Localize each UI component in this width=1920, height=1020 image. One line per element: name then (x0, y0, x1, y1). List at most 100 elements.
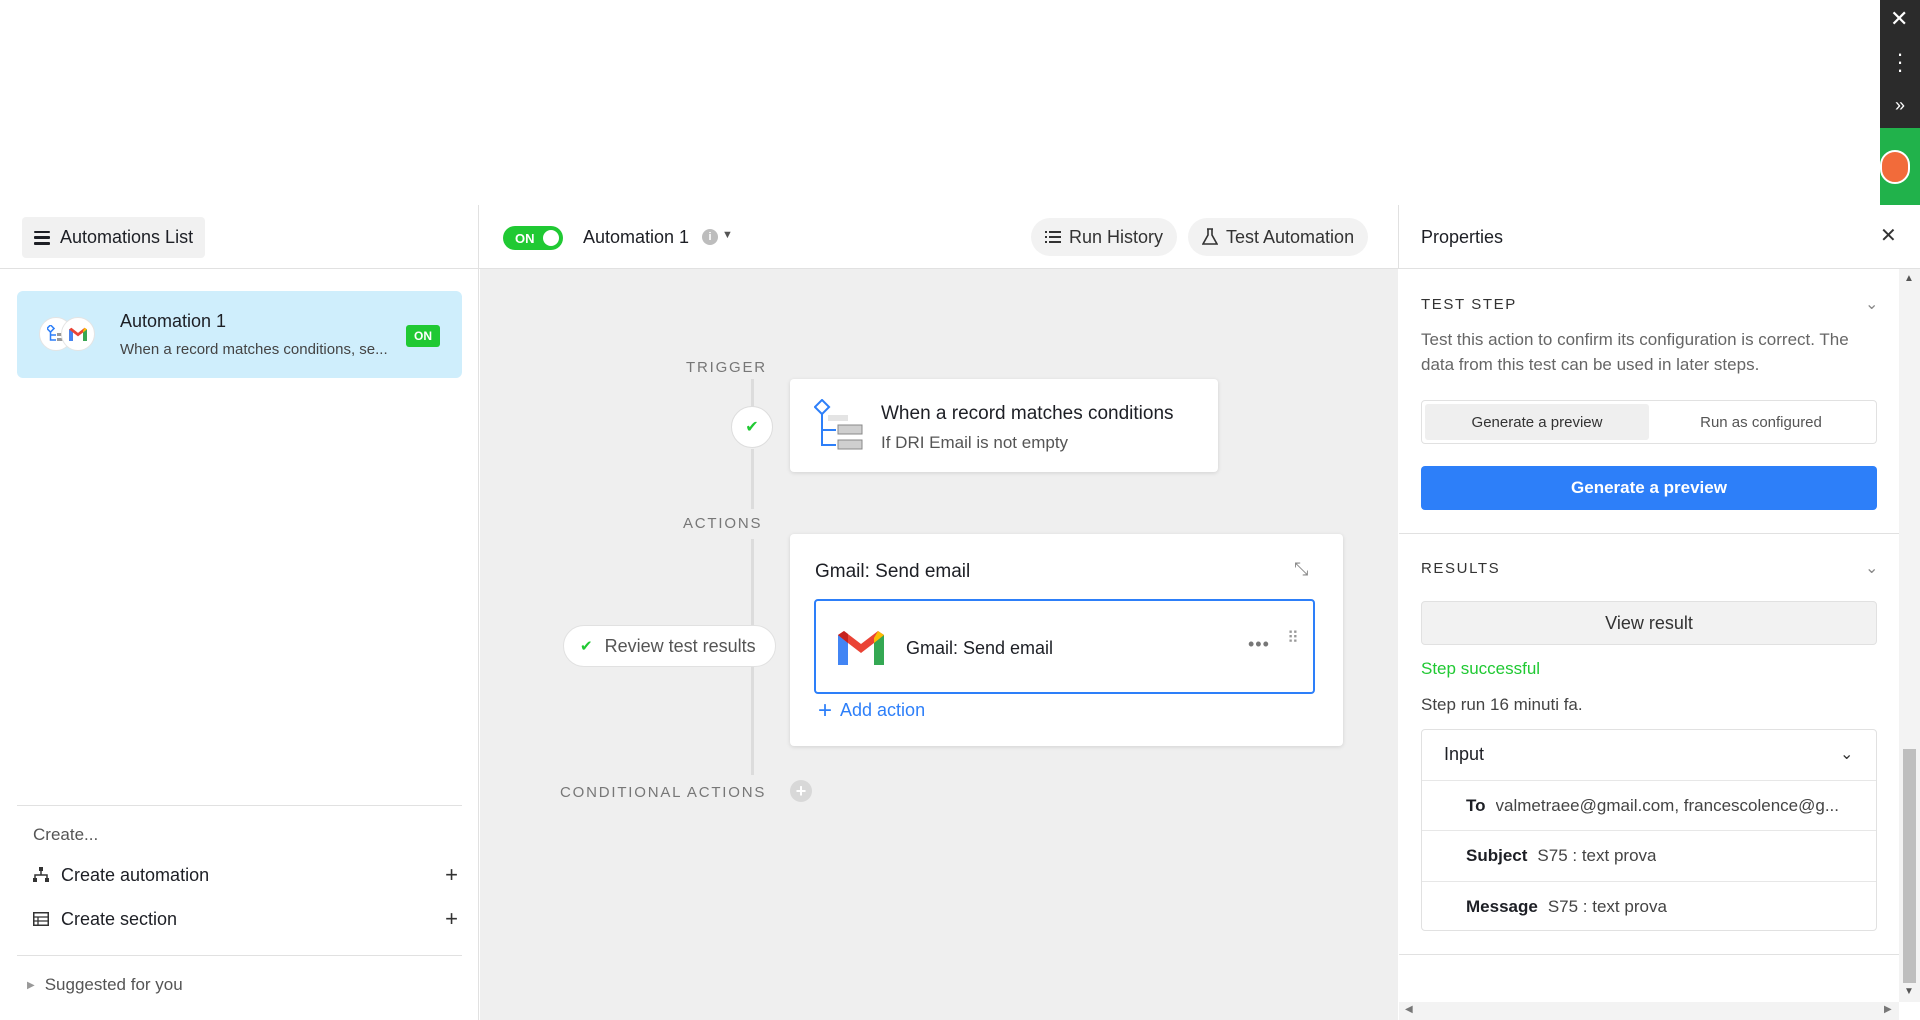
chevron-down-icon[interactable]: ⌄ (1865, 294, 1878, 314)
action-group-card: Gmail: Send email ⤡ Gmail: Send email ••… (790, 534, 1343, 746)
input-heading: Input (1444, 744, 1485, 764)
flow-line (751, 667, 754, 775)
top-bar: Automations List ON Automation 1 i ▼ Run… (0, 205, 1920, 269)
collapse-icon[interactable]: ⤡ (1294, 559, 1308, 580)
input-value: valmetraee@gmail.com, francescolence@g..… (1495, 795, 1840, 815)
create-automation-button[interactable]: Create automation + (33, 860, 458, 890)
generate-preview-button[interactable]: Generate a preview (1421, 466, 1877, 510)
divider (17, 805, 462, 806)
view-result-button[interactable]: View result (1421, 601, 1877, 645)
step-run-time: Step run 16 minuti fa. (1421, 695, 1583, 714)
add-action-label: Add action (840, 700, 926, 720)
run-history-button[interactable]: Run History (1031, 218, 1178, 256)
drag-handle-icon[interactable]: ⠿ (1287, 631, 1299, 647)
trigger-icon (814, 399, 863, 450)
run-history-icon (1045, 231, 1061, 243)
double-chevron-icon[interactable]: » (1890, 95, 1910, 116)
properties-title: Properties (1421, 227, 1504, 247)
test-automation-button[interactable]: Test Automation (1188, 218, 1369, 256)
automation-icon (33, 867, 51, 883)
input-key: Subject (1466, 845, 1528, 865)
review-test-results-button[interactable]: ✔ Review test results (563, 625, 776, 667)
close-icon[interactable]: ✕ (1890, 8, 1908, 30)
review-test-results-label: Review test results (604, 635, 756, 656)
plus-icon: + (445, 906, 458, 931)
create-heading: Create... (33, 825, 99, 844)
create-automation-label: Create automation (61, 864, 210, 885)
divider (1399, 954, 1899, 955)
caret-down-icon[interactable]: ▼ (722, 229, 733, 241)
more-icon[interactable]: ••• (1248, 634, 1270, 655)
automation-item-title: Automation 1 (120, 311, 227, 331)
chevron-down-icon[interactable]: ⌄ (1865, 558, 1878, 578)
properties-content: TEST STEP ⌄ Test this action to confirm … (1399, 269, 1899, 999)
automation-toggle[interactable]: ON (503, 226, 563, 250)
info-icon[interactable]: i (702, 229, 718, 245)
suggested-label: Suggested for you (44, 975, 183, 994)
flow-line (751, 539, 754, 625)
trigger-section-label: TRIGGER (686, 359, 767, 376)
automation-canvas: TRIGGER ACTIONS CONDITIONAL ACTIONS ✔ Wh… (480, 269, 1398, 1020)
automation-item-subtitle: When a record matches conditions, se... (120, 341, 388, 358)
table-icon (33, 912, 51, 926)
sidebar: Automation 1 When a record matches condi… (0, 269, 479, 1020)
flow-line (751, 449, 754, 509)
horizontal-scrollbar[interactable]: ◀ ▶ (1399, 1002, 1899, 1020)
trigger-title: When a record matches conditions (881, 403, 1174, 424)
check-icon: ✔ (731, 406, 773, 448)
sidebar-header: Automations List (0, 205, 479, 269)
vertical-scrollbar[interactable]: ▲ ▼ (1899, 269, 1920, 1002)
segment-run-as-configured[interactable]: Run as configured (1649, 404, 1873, 440)
divider (1398, 205, 1399, 269)
plus-icon: + (818, 696, 833, 724)
create-section-button[interactable]: Create section + (33, 904, 458, 934)
add-action-button[interactable]: + Add action (818, 696, 926, 724)
input-section: Input ⌄ To valmetraee@gmail.com, frances… (1421, 729, 1877, 931)
automation-icons (39, 317, 99, 353)
gmail-icon (61, 317, 95, 351)
segment-generate-preview[interactable]: Generate a preview (1425, 404, 1649, 440)
suggested-for-you-toggle[interactable]: ▶ Suggested for you (27, 975, 183, 995)
step-status: Step successful (1421, 659, 1541, 678)
test-automation-label: Test Automation (1226, 226, 1355, 247)
test-step-description: Test this action to confirm its configur… (1421, 330, 1849, 374)
flask-icon (1202, 228, 1218, 245)
trigger-subtitle: If DRI Email is not empty (881, 433, 1069, 452)
conditional-actions-label: CONDITIONAL ACTIONS (560, 784, 767, 801)
add-conditional-action-button[interactable]: + (790, 780, 812, 802)
results-heading: RESULTS (1421, 560, 1501, 577)
close-icon[interactable]: ✕ (1880, 223, 1897, 248)
scroll-left-icon[interactable]: ◀ (1405, 1004, 1413, 1015)
flow-line (751, 379, 754, 409)
automations-list-button[interactable]: Automations List (22, 217, 206, 258)
input-key: Message (1466, 896, 1538, 916)
automations-list-label: Automations List (60, 227, 194, 247)
gmail-icon (838, 631, 884, 665)
divider (1399, 533, 1899, 534)
input-key: To (1466, 795, 1486, 815)
toggle-knob (543, 230, 559, 246)
input-row: Message S75 : text prova (1422, 881, 1876, 931)
avatar[interactable] (1880, 150, 1910, 184)
chevron-down-icon[interactable]: ⌄ (1840, 744, 1853, 764)
automation-list-item[interactable]: Automation 1 When a record matches condi… (17, 291, 462, 378)
action-group-title: Gmail: Send email (815, 561, 971, 582)
scrollbar-thumb[interactable] (1903, 749, 1916, 983)
automation-title[interactable]: Automation 1 (583, 227, 689, 248)
input-value: S75 : text prova (1547, 896, 1667, 916)
input-row: Subject S75 : text prova (1422, 830, 1876, 880)
scroll-down-icon[interactable]: ▼ (1904, 986, 1914, 997)
divider (17, 955, 462, 956)
more-vertical-icon[interactable]: · · · (1890, 43, 1910, 81)
properties-panel: TEST STEP ⌄ Test this action to confirm … (1399, 269, 1920, 1020)
scroll-right-icon[interactable]: ▶ (1884, 1004, 1892, 1015)
scroll-up-icon[interactable]: ▲ (1904, 273, 1914, 284)
trigger-card[interactable]: When a record matches conditions If DRI … (790, 379, 1218, 472)
plus-icon: + (445, 862, 458, 887)
test-mode-segmented-control: Generate a preview Run as configured (1421, 400, 1877, 444)
gmail-step-card[interactable]: Gmail: Send email ••• ⠿ (814, 599, 1315, 694)
test-step-heading: TEST STEP (1421, 296, 1517, 313)
menu-icon (34, 230, 50, 245)
toggle-label: ON (515, 231, 535, 246)
gmail-step-label: Gmail: Send email (906, 638, 1054, 658)
